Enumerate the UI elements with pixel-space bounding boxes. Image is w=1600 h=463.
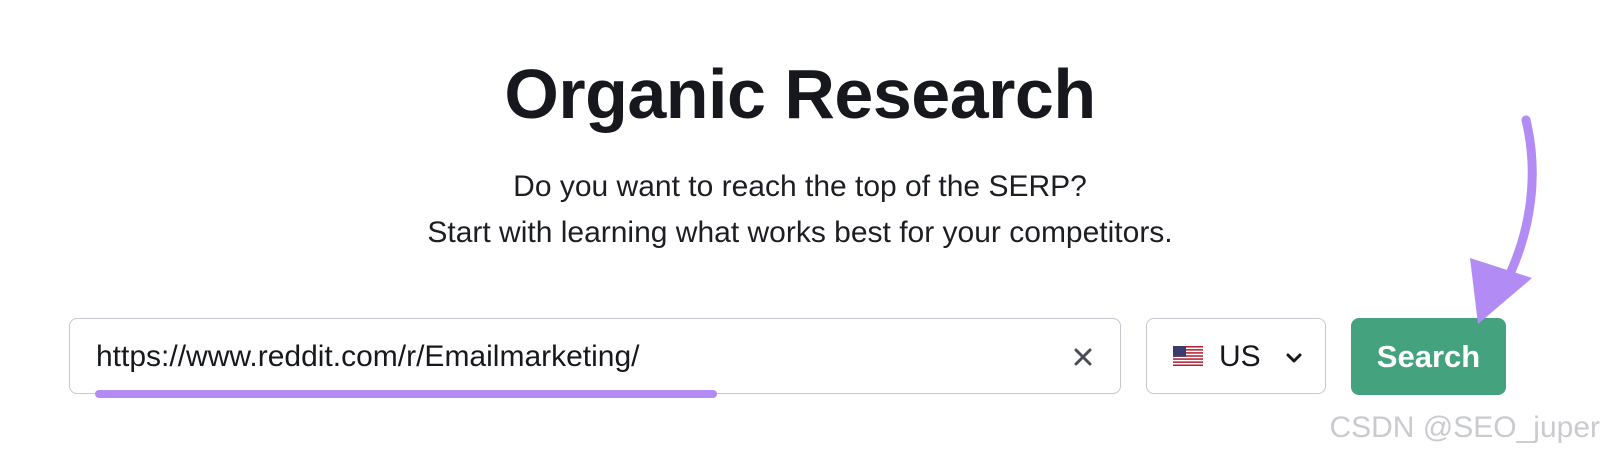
page-title: Organic Research [504, 55, 1096, 133]
us-flag-icon [1173, 346, 1203, 366]
chevron-down-icon[interactable] [1283, 347, 1305, 369]
subtitle-line-2: Start with learning what works best for … [427, 216, 1173, 249]
domain-search-input[interactable]: https://www.reddit.com/r/Emailmarketing/ [69, 318, 1121, 394]
highlight-underline [95, 390, 717, 398]
annotation-arrow-icon [1470, 115, 1537, 324]
close-icon[interactable] [1068, 342, 1098, 372]
database-select[interactable]: US [1146, 318, 1326, 394]
page-subtitle: Do you want to reach the top of the SERP… [0, 164, 1600, 256]
search-input-value[interactable]: https://www.reddit.com/r/Emailmarketing/ [96, 319, 640, 395]
database-select-value[interactable]: US [1219, 319, 1261, 395]
subtitle-line-1: Do you want to reach the top of the SERP… [513, 170, 1087, 203]
watermark: CSDN @SEO_juper [1329, 411, 1600, 444]
